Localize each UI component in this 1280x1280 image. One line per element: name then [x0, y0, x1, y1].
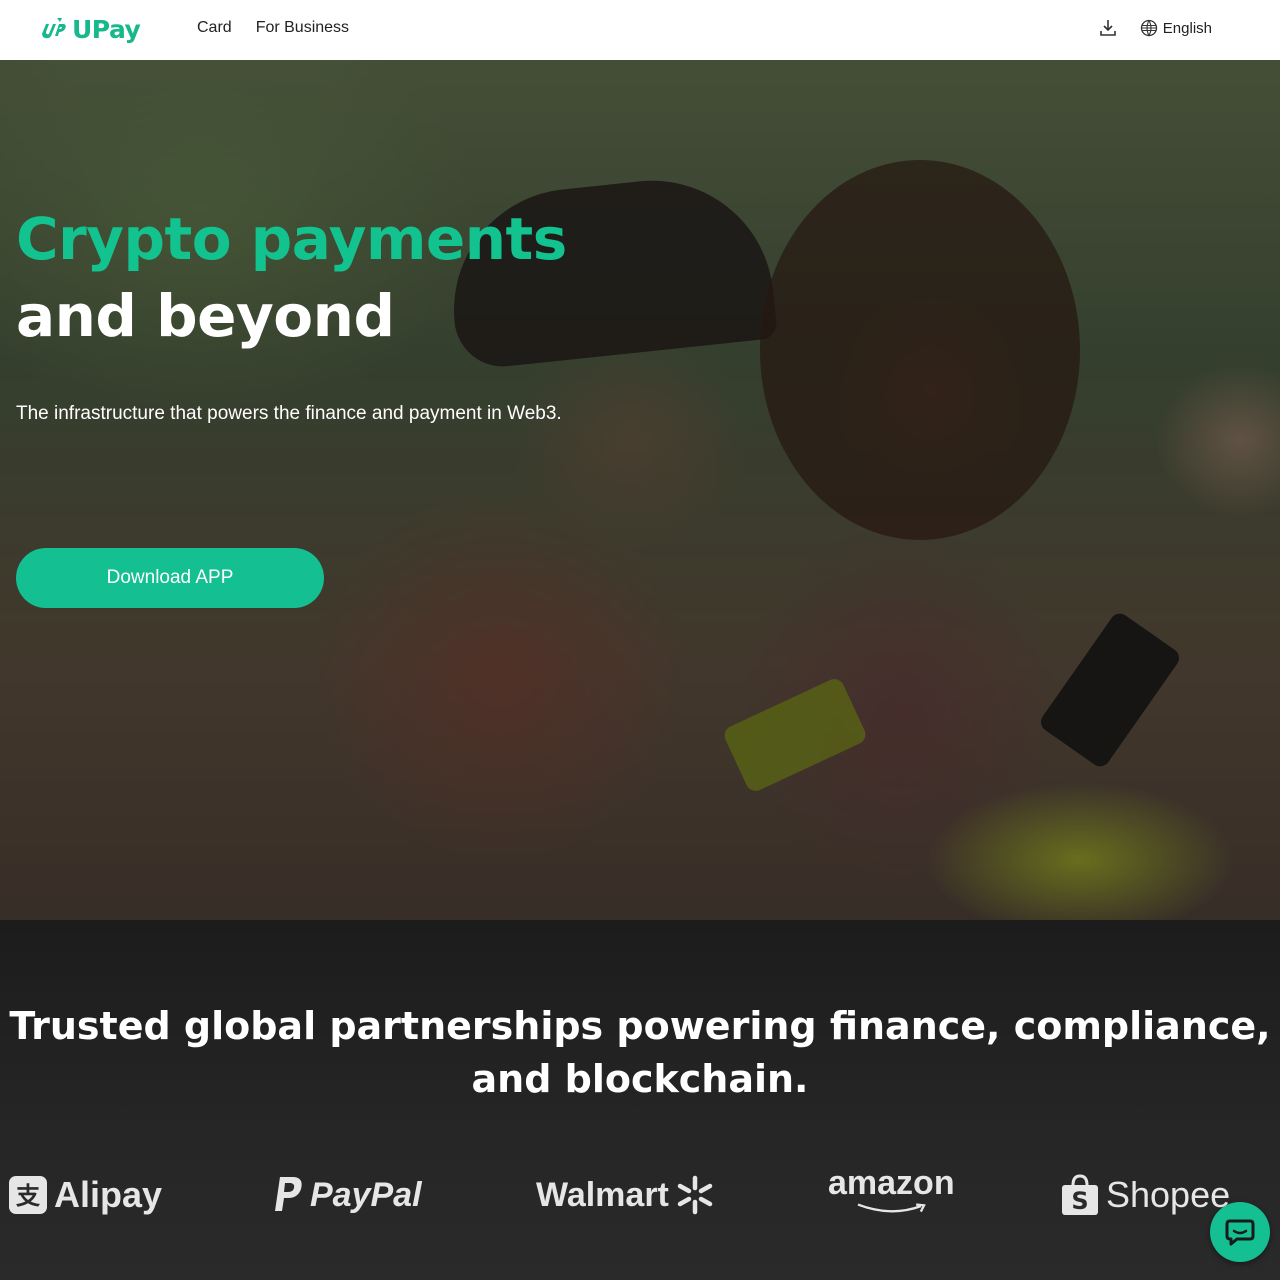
partner-logo-amazon: amazon — [828, 1164, 955, 1214]
chat-button[interactable] — [1210, 1202, 1270, 1262]
chat-icon — [1225, 1219, 1255, 1246]
alipay-icon: 支 — [9, 1176, 47, 1214]
svg-text:S: S — [1071, 1187, 1088, 1215]
hero-section: Crypto payments and beyond The infrastru… — [0, 60, 1280, 920]
main-nav: Card For Business — [197, 19, 349, 37]
amazon-smile-icon — [857, 1203, 927, 1213]
nav-card[interactable]: Card — [197, 19, 232, 37]
walmart-spark-icon — [677, 1175, 713, 1215]
header-actions: English — [1098, 18, 1212, 38]
hero-title-accent: Crypto payments — [16, 205, 567, 273]
site-header: UPay Card For Business English — [0, 0, 1280, 60]
globe-icon — [1140, 19, 1157, 37]
partner-logo-paypal: PayPal — [272, 1170, 422, 1220]
partners-section: Trusted global partnerships powering fin… — [0, 920, 1280, 1280]
hero-overlay — [0, 60, 1280, 920]
partner-logos: 支 Alipay PayPal Walmart amazon S Shopee — [0, 1164, 1280, 1220]
download-icon[interactable] — [1098, 18, 1118, 38]
language-label: English — [1162, 19, 1212, 37]
language-selector[interactable]: English — [1140, 19, 1212, 37]
partner-logo-shopee: S Shopee — [1060, 1170, 1230, 1220]
hero-subtitle: The infrastructure that powers the finan… — [16, 403, 562, 424]
brand-name: UPay — [72, 14, 141, 44]
nav-for-business[interactable]: For Business — [256, 19, 349, 37]
brand-logo[interactable]: UPay — [38, 14, 141, 44]
partners-title: Trusted global partnerships powering fin… — [9, 1004, 1271, 1101]
upay-logo-icon — [42, 18, 66, 39]
partner-logo-walmart: Walmart — [536, 1170, 715, 1220]
shopee-bag-icon: S — [1062, 1174, 1098, 1215]
paypal-icon — [275, 1177, 302, 1211]
partner-logo-alipay: 支 Alipay — [8, 1170, 162, 1220]
svg-text:支: 支 — [16, 1182, 41, 1210]
hero-title: and beyond — [16, 282, 395, 350]
download-app-button[interactable]: Download APP — [16, 548, 324, 608]
